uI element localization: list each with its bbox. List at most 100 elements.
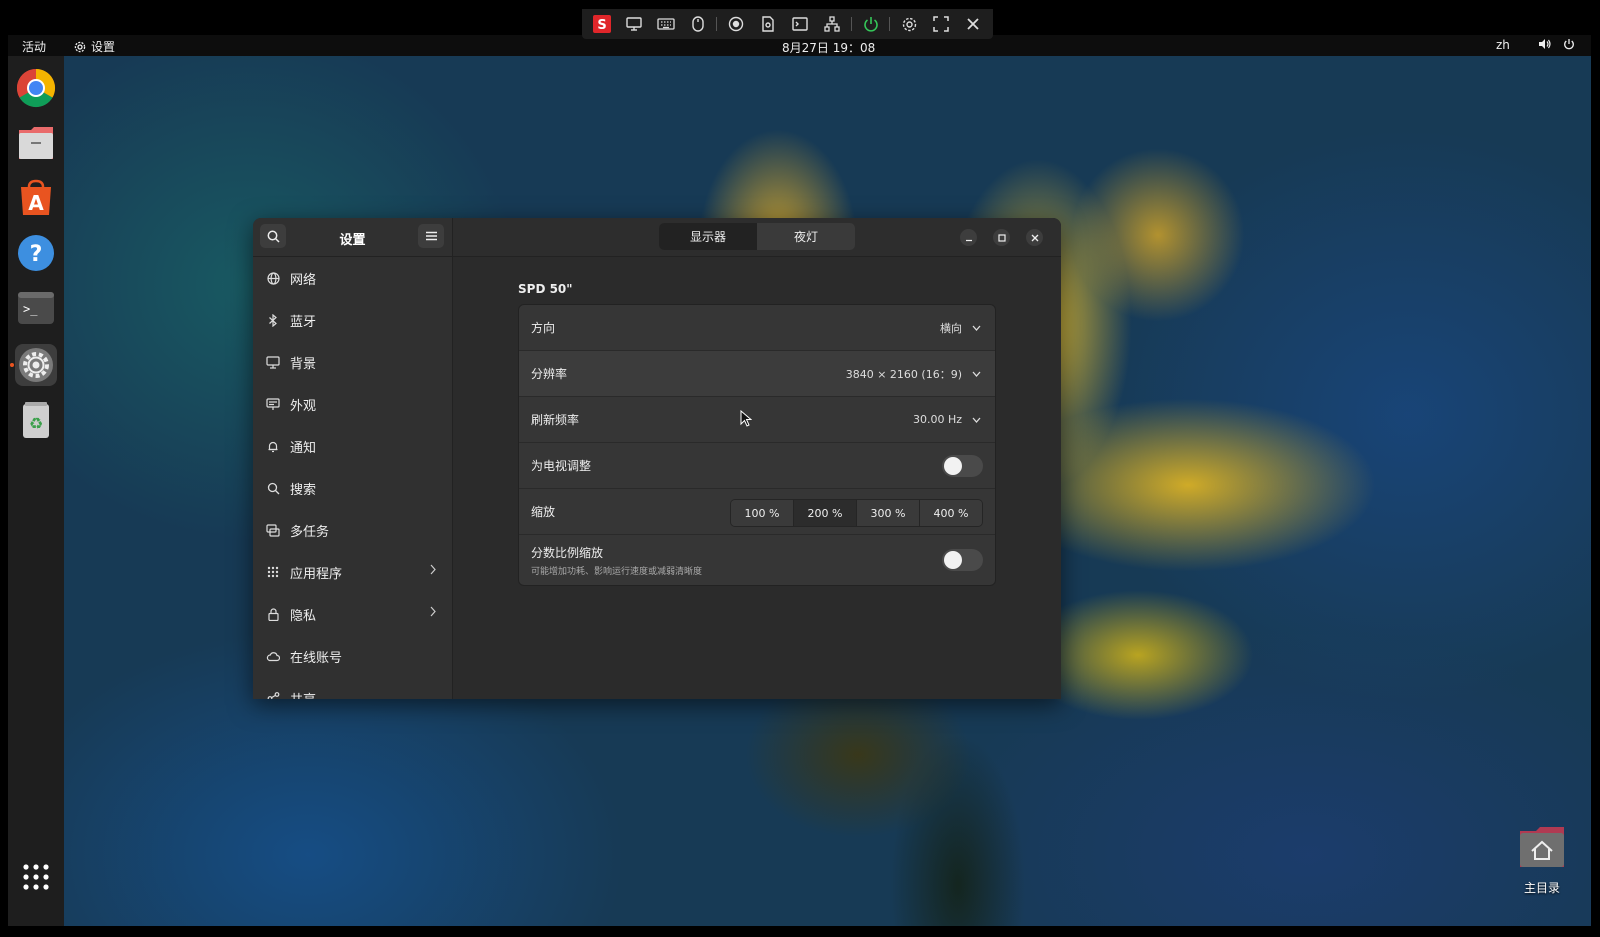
toolbar-separator bbox=[889, 17, 891, 31]
display-panel: 显示器 夜灯 SPD 50" 方向 横向 分辨率 3840 × 2160 (16… bbox=[453, 218, 1061, 699]
monitor-icon[interactable] bbox=[621, 11, 647, 37]
resolution-row[interactable]: 分辨率 3840 × 2160 (16：9) bbox=[519, 351, 995, 397]
input-language[interactable]: zh bbox=[1496, 38, 1510, 52]
orientation-value: 横向 bbox=[940, 321, 962, 335]
s-logo-icon[interactable]: S bbox=[589, 11, 615, 37]
chevron-right-icon bbox=[430, 606, 436, 621]
chevron-right-icon bbox=[430, 564, 436, 579]
files-icon[interactable] bbox=[15, 122, 57, 164]
terminal-icon[interactable]: >_ bbox=[15, 287, 57, 329]
hamburger-icon bbox=[425, 231, 437, 241]
sidebar-item-6[interactable]: 多任务 bbox=[253, 509, 452, 551]
scale-option-100[interactable]: 100 % bbox=[731, 500, 794, 526]
record-icon[interactable] bbox=[723, 11, 749, 37]
fullscreen-icon[interactable] bbox=[928, 11, 954, 37]
close-button[interactable] bbox=[1026, 229, 1043, 246]
app-store-icon[interactable]: A bbox=[15, 177, 57, 219]
running-indicator bbox=[10, 363, 14, 367]
network-icon[interactable] bbox=[819, 11, 845, 37]
scale-row: 缩放 100 % 200 % 300 % 400 % bbox=[519, 489, 995, 535]
multitask-icon bbox=[265, 522, 281, 538]
sidebar-item-label: 外观 bbox=[290, 398, 317, 414]
sidebar-item-7[interactable]: 应用程序 bbox=[253, 551, 452, 593]
orientation-row[interactable]: 方向 横向 bbox=[519, 305, 995, 351]
orientation-label: 方向 bbox=[531, 321, 556, 335]
svg-text:S: S bbox=[597, 18, 606, 33]
scale-label: 缩放 bbox=[531, 505, 556, 519]
svg-text:♻: ♻ bbox=[29, 414, 43, 433]
sidebar-item-3[interactable]: 外观 bbox=[253, 383, 452, 425]
sidebar-item-0[interactable]: 网络 bbox=[253, 257, 452, 299]
sidebar-item-label: 搜索 bbox=[290, 482, 317, 498]
keyboard-icon[interactable] bbox=[653, 11, 679, 37]
home-folder[interactable]: 主目录 bbox=[1512, 825, 1572, 896]
tab-night-light[interactable]: 夜灯 bbox=[757, 223, 855, 250]
power-icon[interactable] bbox=[858, 11, 884, 37]
svg-text:A: A bbox=[28, 191, 44, 215]
tab-display[interactable]: 显示器 bbox=[659, 223, 757, 250]
scale-option-200[interactable]: 200 % bbox=[794, 500, 857, 526]
show-apps-icon[interactable] bbox=[15, 856, 57, 898]
remote-control-toolbar: S bbox=[582, 9, 993, 39]
share-icon bbox=[265, 690, 281, 699]
maximize-button[interactable] bbox=[993, 229, 1010, 246]
sidebar-item-5[interactable]: 搜索 bbox=[253, 467, 452, 509]
sidebar-item-4[interactable]: 通知 bbox=[253, 425, 452, 467]
refresh-rate-value: 30.00 Hz bbox=[912, 413, 962, 426]
close-icon[interactable] bbox=[960, 11, 986, 37]
close-icon bbox=[1031, 234, 1038, 241]
maximize-icon bbox=[997, 233, 1006, 242]
fractional-scaling-row: 分数比例缩放 可能增加功耗、影响运行速度或减弱清晰度 bbox=[519, 535, 995, 585]
activities-button[interactable]: 活动 bbox=[22, 38, 46, 55]
switch-knob bbox=[944, 456, 962, 475]
mouse-icon[interactable] bbox=[685, 11, 711, 37]
minimize-button[interactable] bbox=[960, 229, 977, 246]
minimize-icon bbox=[965, 239, 972, 241]
gear-icon[interactable] bbox=[896, 11, 922, 37]
app-menu[interactable]: 设置 bbox=[74, 38, 115, 55]
power-icon bbox=[1564, 39, 1574, 50]
sidebar-item-label: 多任务 bbox=[290, 524, 330, 540]
dock: A ? >_ ♻ bbox=[8, 56, 64, 926]
apps-grid-icon bbox=[265, 564, 281, 580]
settings-window: 设置 网络蓝牙背景外观通知搜索多任务应用程序隐私在线账号共享 显示器 夜灯 bbox=[253, 218, 1061, 699]
scale-option-400[interactable]: 400 % bbox=[920, 500, 982, 526]
svg-text:?: ? bbox=[30, 242, 43, 267]
chevron-down-icon bbox=[972, 417, 981, 423]
sidebar-item-9[interactable]: 在线账号 bbox=[253, 635, 452, 677]
sidebar-item-label: 共享 bbox=[290, 689, 316, 700]
sidebar-item-label: 蓝牙 bbox=[290, 314, 317, 330]
search-icon bbox=[265, 480, 281, 496]
fractional-scaling-text: 分数比例缩放 可能增加功耗、影响运行速度或减弱清晰度 bbox=[531, 544, 702, 577]
gear-icon bbox=[74, 41, 86, 52]
help-icon[interactable]: ? bbox=[15, 232, 57, 274]
clock[interactable]: 8月27日 19：08 bbox=[782, 39, 875, 56]
chrome-icon[interactable] bbox=[15, 67, 57, 109]
monitor-name: SPD 50" bbox=[518, 282, 573, 296]
fractional-scaling-switch[interactable] bbox=[942, 549, 983, 571]
file-icon[interactable] bbox=[755, 11, 781, 37]
refresh-rate-row[interactable]: 刷新频率 30.00 Hz bbox=[519, 397, 995, 443]
main-menu-button[interactable] bbox=[418, 224, 444, 248]
resolution-value: 3840 × 2160 (16：9) bbox=[845, 367, 962, 381]
home-folder-label: 主目录 bbox=[1523, 881, 1560, 895]
bell-icon bbox=[265, 438, 281, 454]
sidebar-item-10[interactable]: 共享 bbox=[253, 677, 452, 699]
settings-icon[interactable] bbox=[15, 344, 57, 386]
settings-sidebar: 设置 网络蓝牙背景外观通知搜索多任务应用程序隐私在线账号共享 bbox=[253, 218, 453, 699]
terminal-icon[interactable] bbox=[787, 11, 813, 37]
display-settings-list: 方向 横向 分辨率 3840 × 2160 (16：9) 刷新频率 30.00 … bbox=[518, 304, 996, 586]
sidebar-item-1[interactable]: 蓝牙 bbox=[253, 299, 452, 341]
network-icon bbox=[265, 270, 281, 286]
system-menu[interactable] bbox=[1538, 38, 1575, 50]
resolution-label: 分辨率 bbox=[531, 367, 568, 381]
sidebar-item-2[interactable]: 背景 bbox=[253, 341, 452, 383]
home-folder-icon bbox=[1520, 827, 1564, 867]
refresh-rate-label: 刷新频率 bbox=[531, 413, 580, 427]
chevron-down-icon bbox=[972, 325, 981, 331]
scale-option-300[interactable]: 300 % bbox=[857, 500, 920, 526]
trash-icon[interactable]: ♻ bbox=[15, 399, 57, 441]
sidebar-item-8[interactable]: 隐私 bbox=[253, 593, 452, 635]
svg-text:>_: >_ bbox=[23, 302, 38, 316]
tv-adjust-switch[interactable] bbox=[942, 454, 983, 477]
